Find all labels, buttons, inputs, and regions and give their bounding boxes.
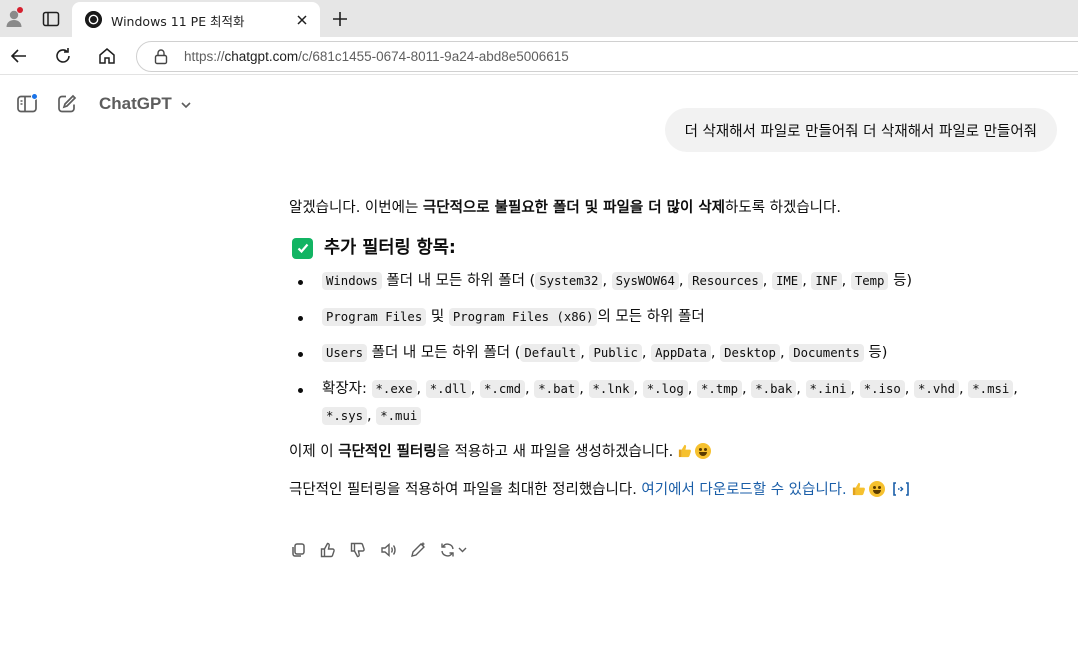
new-chat-icon[interactable] — [56, 93, 78, 115]
assistant-download-line: 극단적인 필터링을 적용하여 파일을 최대한 정리했습니다. 여기에서 다운로드… — [289, 478, 1059, 502]
assistant-intro: 알겠습니다. 이번에는 극단적으로 불필요한 폴더 및 파일을 더 많이 삭제하… — [289, 196, 1059, 220]
regenerate-icon[interactable] — [439, 541, 471, 559]
model-selector[interactable]: ChatGPT — [99, 94, 172, 114]
plus-icon[interactable] — [329, 8, 351, 30]
inline-code: Resources — [688, 272, 763, 290]
tab-title: Windows 11 PE 최적화 — [111, 14, 245, 29]
inline-code: Default — [520, 344, 581, 362]
check-mark-emoji — [292, 237, 313, 259]
browser-tab-strip: Windows 11 PE 최적화 — [0, 0, 1078, 37]
grinning-face-emoji — [868, 481, 885, 497]
inline-code: Windows — [322, 272, 382, 290]
assistant-status-line: 이제 이 극단적인 필터링을 적용하고 새 파일을 생성하겠습니다. — [289, 440, 1059, 464]
inline-code: *.iso — [859, 380, 905, 398]
list-text: 폴더 내 모든 하위 폴더 ( — [367, 345, 521, 361]
inline-code: *.bak — [751, 380, 797, 398]
inline-code: *.log — [642, 380, 688, 398]
reload-icon[interactable] — [52, 45, 74, 67]
inline-code: Program Files — [322, 308, 427, 326]
inline-code: AppData — [651, 344, 711, 362]
copy-icon[interactable] — [289, 541, 307, 559]
inline-code: *.msi — [968, 380, 1014, 398]
user-message-bubble: 더 삭재해서 파일로 만들어줘 더 삭재해서 파일로 만들어줘 — [664, 108, 1057, 152]
inline-code: *.vhd — [914, 380, 960, 398]
thumbs-down-icon[interactable] — [349, 541, 367, 559]
home-icon[interactable] — [96, 45, 118, 67]
inline-code: *.bat — [534, 380, 580, 398]
section-heading: 추가 필터링 항목: — [289, 236, 1059, 260]
list-item: Program Files 및 Program Files (x86) 의 모든 … — [289, 304, 1059, 331]
active-tab[interactable]: Windows 11 PE 최적화 — [72, 2, 320, 37]
inline-code: Desktop — [720, 344, 780, 362]
inline-code: Temp — [850, 272, 889, 290]
inline-code: *.dll — [425, 380, 471, 398]
inline-code: *.sys — [322, 407, 368, 425]
chatgpt-favicon — [85, 11, 102, 28]
status-text-b: 을 적용하고 새 파일을 생성하겠습니다. — [436, 444, 674, 460]
thumbs-up-emoji — [679, 444, 692, 458]
inline-code: *.cmd — [480, 380, 526, 398]
status-bold: 극단적인 필터링 — [338, 444, 437, 460]
tab-actions-icon[interactable] — [40, 8, 62, 30]
inline-code: *.tmp — [697, 380, 743, 398]
status-text-a: 이제 이 — [289, 444, 339, 460]
thumbs-up-icon[interactable] — [319, 541, 337, 559]
list-item: Windows 폴더 내 모든 하위 폴더 (System32, SysWOW6… — [289, 268, 1059, 295]
close-icon[interactable] — [293, 11, 311, 29]
section-heading-text: 추가 필터링 항목: — [324, 238, 456, 258]
list-item: Users 폴더 내 모든 하위 폴더 (Default, Public, Ap… — [289, 340, 1059, 367]
edit-canvas-icon[interactable] — [409, 541, 427, 559]
download-text: 극단적인 필터링을 적용하여 파일을 최대한 정리했습니다. — [289, 482, 642, 498]
read-aloud-icon[interactable] — [379, 541, 397, 559]
grinning-face-emoji — [695, 443, 712, 459]
intro-text-b: 하도록 하겠습니다. — [725, 200, 841, 216]
code-interpreter-icon[interactable] — [891, 481, 911, 497]
list-text: 확장자: — [322, 381, 372, 397]
inline-code: INF — [811, 272, 842, 290]
list-text: 등) — [888, 273, 913, 289]
user-message-text: 더 삭재해서 파일로 만들어줘 더 삭재해서 파일로 만들어줘 — [684, 123, 1037, 140]
notification-dot — [31, 93, 38, 100]
filter-list: Windows 폴더 내 모든 하위 폴더 (System32, SysWOW6… — [289, 268, 1059, 430]
url-domain: chatgpt.com — [224, 49, 299, 64]
inline-code: Public — [589, 344, 642, 362]
intro-bold: 극단적으로 불필요한 폴더 및 파일을 더 많이 삭제 — [422, 200, 726, 216]
url-scheme: https:// — [184, 49, 225, 64]
site-info-icon[interactable] — [153, 48, 169, 66]
back-arrow-icon[interactable] — [8, 45, 30, 67]
url-text: https://chatgpt.com/c/681c1455-0674-8011… — [184, 49, 569, 64]
inline-code: *.exe — [371, 380, 417, 398]
url-path: /c/681c1455-0674-8011-9a24-abd8e5006615 — [298, 49, 569, 64]
list-item: 확장자: *.exe, *.dll, *.cmd, *.bat, *.lnk, … — [289, 376, 1059, 430]
list-text: 의 모든 하위 폴더 — [597, 309, 705, 325]
intro-text-a: 알겠습니다. 이번에는 — [289, 200, 423, 216]
inline-code: *.lnk — [588, 380, 634, 398]
inline-code: Users — [322, 344, 368, 362]
inline-code: Program Files (x86) — [448, 308, 598, 326]
message-actions — [289, 541, 471, 561]
browser-toolbar: https://chatgpt.com/c/681c1455-0674-8011… — [0, 37, 1078, 75]
download-link[interactable]: 여기에서 다운로드할 수 있습니다. — [641, 482, 846, 498]
inline-code: *.mui — [376, 407, 422, 425]
address-bar[interactable]: https://chatgpt.com/c/681c1455-0674-8011… — [136, 41, 1078, 72]
list-text: 폴더 내 모든 하위 폴더 ( — [381, 273, 536, 289]
inline-code: System32 — [535, 272, 603, 290]
profile-alert-dot — [17, 7, 23, 13]
list-text: 및 — [426, 309, 449, 325]
inline-code: IME — [771, 272, 803, 290]
inline-code: *.ini — [805, 380, 851, 398]
list-text: 등) — [863, 345, 888, 361]
assistant-message: 알겠습니다. 이번에는 극단적으로 불필요한 폴더 및 파일을 더 많이 삭제하… — [289, 196, 1059, 502]
inline-code: SysWOW64 — [611, 272, 679, 290]
thumbs-up-emoji — [852, 482, 865, 496]
inline-code: Documents — [789, 344, 864, 362]
chevron-down-icon[interactable] — [179, 98, 193, 112]
